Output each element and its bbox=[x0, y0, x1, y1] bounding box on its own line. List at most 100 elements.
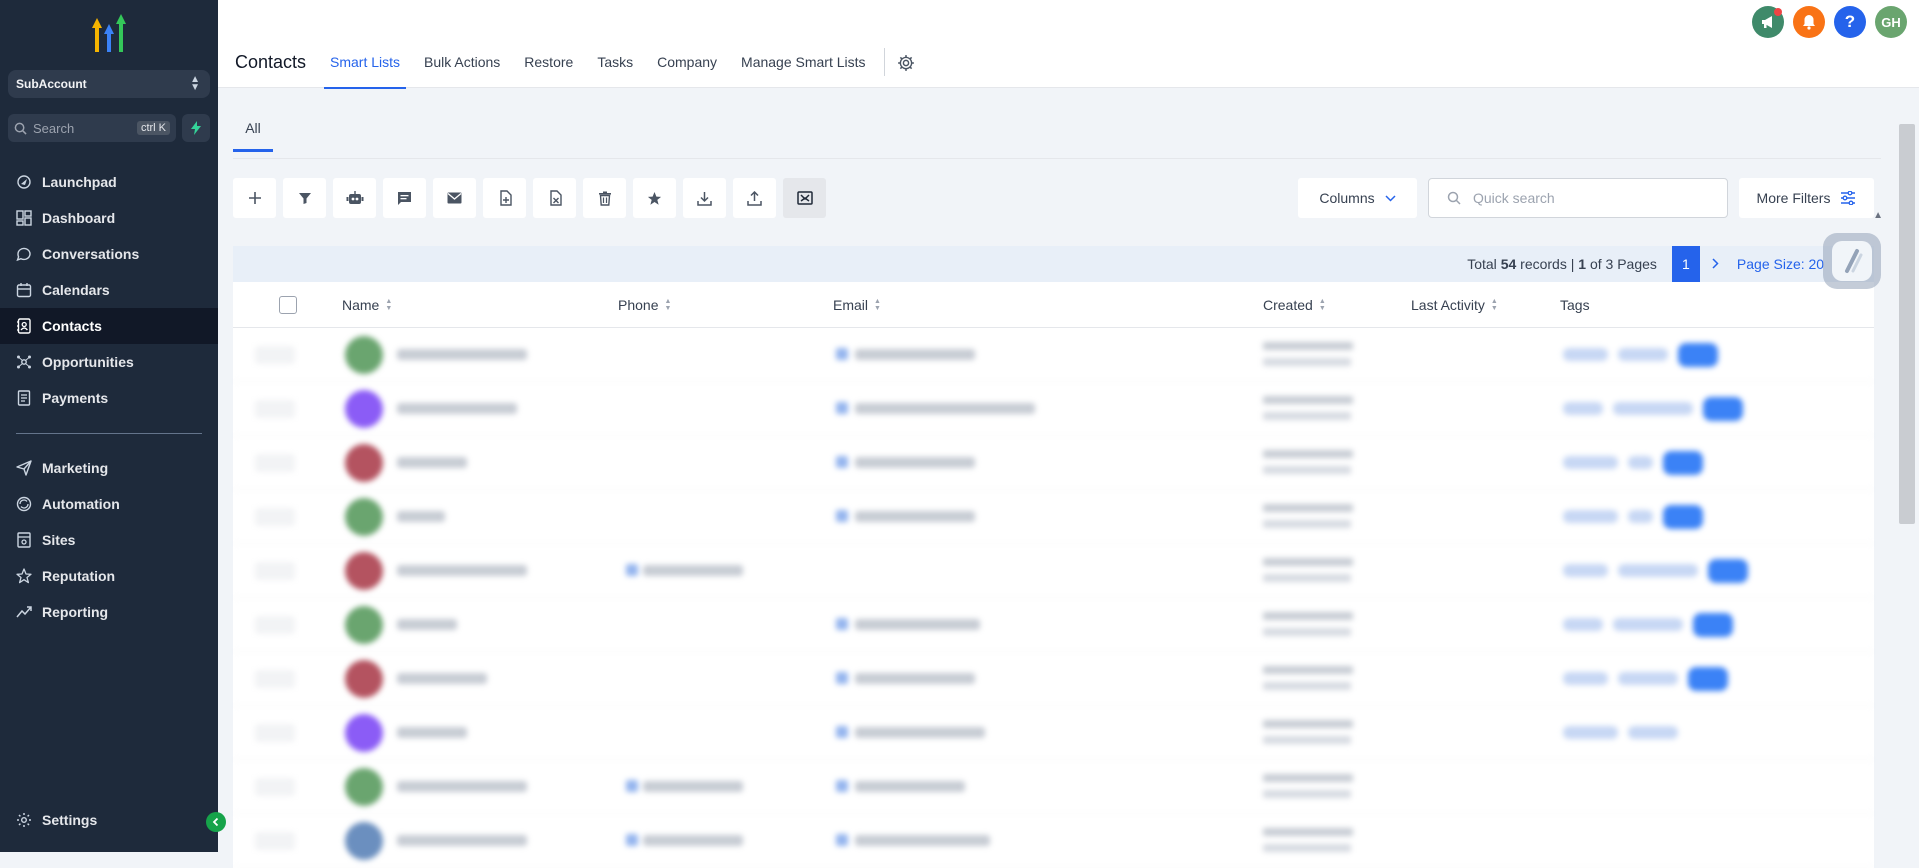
table-row[interactable] bbox=[233, 328, 1874, 382]
smart-list-tab-all[interactable]: All bbox=[233, 120, 273, 152]
sidebar-item-reputation[interactable]: Reputation bbox=[0, 558, 218, 594]
sidebar-item-conversations[interactable]: Conversations bbox=[0, 236, 218, 272]
columns-dropdown[interactable]: Columns bbox=[1298, 178, 1417, 218]
column-header-last-activity[interactable]: Last Activity▲▼ bbox=[1411, 297, 1498, 313]
announcements-button[interactable] bbox=[1752, 6, 1784, 38]
table-row[interactable] bbox=[233, 652, 1874, 706]
settings-gear-icon[interactable] bbox=[897, 54, 915, 72]
select-all-checkbox[interactable] bbox=[279, 296, 297, 314]
review-request-button[interactable] bbox=[633, 178, 676, 218]
add-tag-button[interactable] bbox=[483, 178, 526, 218]
tab-manage-smart-lists[interactable]: Manage Smart Lists bbox=[729, 52, 878, 89]
user-avatar[interactable]: GH bbox=[1875, 6, 1907, 38]
table-row[interactable] bbox=[233, 490, 1874, 544]
sidebar-item-sites[interactable]: Sites bbox=[0, 522, 218, 558]
sidebar-item-opportunities[interactable]: Opportunities bbox=[0, 344, 218, 380]
sidebar-item-automation[interactable]: Automation bbox=[0, 486, 218, 522]
contact-name-redacted[interactable] bbox=[397, 403, 517, 414]
filter-button[interactable] bbox=[283, 178, 326, 218]
sort-icon[interactable]: ▲▼ bbox=[385, 298, 392, 312]
contact-name-redacted[interactable] bbox=[397, 457, 467, 468]
help-button[interactable]: ? bbox=[1834, 6, 1866, 38]
created-time-redacted bbox=[1263, 790, 1351, 798]
sidebar-item-settings[interactable]: Settings bbox=[0, 802, 218, 838]
sort-icon[interactable]: ▲▼ bbox=[1491, 298, 1498, 312]
row-checkbox[interactable] bbox=[255, 778, 295, 796]
row-checkbox[interactable] bbox=[255, 670, 295, 688]
add-to-workflow-button[interactable] bbox=[333, 178, 376, 218]
quick-action-button[interactable] bbox=[182, 114, 210, 142]
sidebar-item-calendars[interactable]: Calendars bbox=[0, 272, 218, 308]
tab-tasks[interactable]: Tasks bbox=[585, 52, 645, 89]
table-row[interactable] bbox=[233, 382, 1874, 436]
row-checkbox[interactable] bbox=[255, 724, 295, 742]
table-row[interactable] bbox=[233, 544, 1874, 598]
delete-contacts-button[interactable] bbox=[583, 178, 626, 218]
email-icon bbox=[836, 510, 848, 522]
sidebar-item-launchpad[interactable]: Launchpad bbox=[0, 164, 218, 200]
email-icon bbox=[836, 726, 848, 738]
table-row[interactable] bbox=[233, 706, 1874, 760]
contact-name-redacted[interactable] bbox=[397, 349, 527, 360]
row-checkbox[interactable] bbox=[255, 346, 295, 364]
sort-icon[interactable]: ▲▼ bbox=[664, 298, 671, 312]
row-checkbox[interactable] bbox=[255, 562, 295, 580]
row-checkbox[interactable] bbox=[255, 616, 295, 634]
sidebar-search[interactable]: Search ctrl K bbox=[8, 114, 176, 142]
quick-search-input[interactable]: Quick search bbox=[1428, 178, 1728, 218]
row-checkbox[interactable] bbox=[255, 400, 295, 418]
column-header-name[interactable]: Name▲▼ bbox=[342, 297, 392, 313]
table-row[interactable] bbox=[233, 814, 1874, 868]
column-header-created[interactable]: Created▲▼ bbox=[1263, 297, 1326, 313]
table-row[interactable] bbox=[233, 598, 1874, 652]
app-logo[interactable] bbox=[86, 14, 132, 54]
notifications-button[interactable] bbox=[1793, 6, 1825, 38]
row-checkbox[interactable] bbox=[255, 454, 295, 472]
row-checkbox[interactable] bbox=[255, 508, 295, 526]
contact-name-redacted[interactable] bbox=[397, 565, 527, 576]
send-email-button[interactable] bbox=[433, 178, 476, 218]
download-icon bbox=[697, 191, 712, 206]
marketing-icon bbox=[16, 460, 32, 476]
column-header-email[interactable]: Email▲▼ bbox=[833, 297, 881, 313]
sort-icon[interactable]: ▲▼ bbox=[1319, 298, 1326, 312]
page-size-select[interactable]: Page Size: 20 bbox=[1737, 256, 1824, 272]
upload-icon bbox=[747, 191, 762, 206]
vertical-scrollbar[interactable] bbox=[1899, 124, 1915, 524]
import-contacts-button[interactable] bbox=[733, 178, 776, 218]
table-row[interactable] bbox=[233, 436, 1874, 490]
contact-name-redacted[interactable] bbox=[397, 619, 457, 630]
tag-redacted bbox=[1563, 510, 1618, 523]
account-switcher[interactable]: SubAccount ▲▼ bbox=[8, 70, 210, 98]
send-sms-button[interactable] bbox=[383, 178, 426, 218]
table-row[interactable] bbox=[233, 760, 1874, 814]
merge-contacts-button[interactable] bbox=[783, 178, 826, 218]
floating-assistant-button[interactable] bbox=[1823, 233, 1881, 289]
tab-company[interactable]: Company bbox=[645, 52, 729, 89]
more-filters-button[interactable]: More Filters bbox=[1739, 178, 1874, 218]
contact-name-redacted[interactable] bbox=[397, 511, 445, 522]
tab-restore[interactable]: Restore bbox=[512, 52, 585, 89]
sidebar-item-marketing[interactable]: Marketing bbox=[0, 450, 218, 486]
page-1-button[interactable]: 1 bbox=[1672, 246, 1700, 282]
remove-tag-button[interactable] bbox=[533, 178, 576, 218]
scroll-up-arrow[interactable]: ▲ bbox=[1873, 210, 1883, 221]
sidebar-item-contacts[interactable]: Contacts bbox=[0, 308, 218, 344]
export-contacts-button[interactable] bbox=[683, 178, 726, 218]
contact-name-redacted[interactable] bbox=[397, 673, 487, 684]
row-checkbox[interactable] bbox=[255, 832, 295, 850]
add-contact-button[interactable] bbox=[233, 178, 276, 218]
collapse-sidebar-button[interactable] bbox=[206, 812, 226, 832]
sidebar-item-dashboard[interactable]: Dashboard bbox=[0, 200, 218, 236]
contact-name-redacted[interactable] bbox=[397, 781, 527, 792]
assistant-tile bbox=[1832, 241, 1872, 281]
sort-icon[interactable]: ▲▼ bbox=[874, 298, 881, 312]
tab-bulk-actions[interactable]: Bulk Actions bbox=[412, 52, 512, 89]
column-header-phone[interactable]: Phone▲▼ bbox=[618, 297, 671, 313]
contact-name-redacted[interactable] bbox=[397, 835, 527, 846]
sidebar-item-payments[interactable]: Payments bbox=[0, 380, 218, 416]
tab-smart-lists[interactable]: Smart Lists bbox=[318, 52, 412, 89]
sidebar-item-reporting[interactable]: Reporting bbox=[0, 594, 218, 630]
contact-name-redacted[interactable] bbox=[397, 727, 467, 738]
next-page-button[interactable] bbox=[1712, 256, 1719, 272]
